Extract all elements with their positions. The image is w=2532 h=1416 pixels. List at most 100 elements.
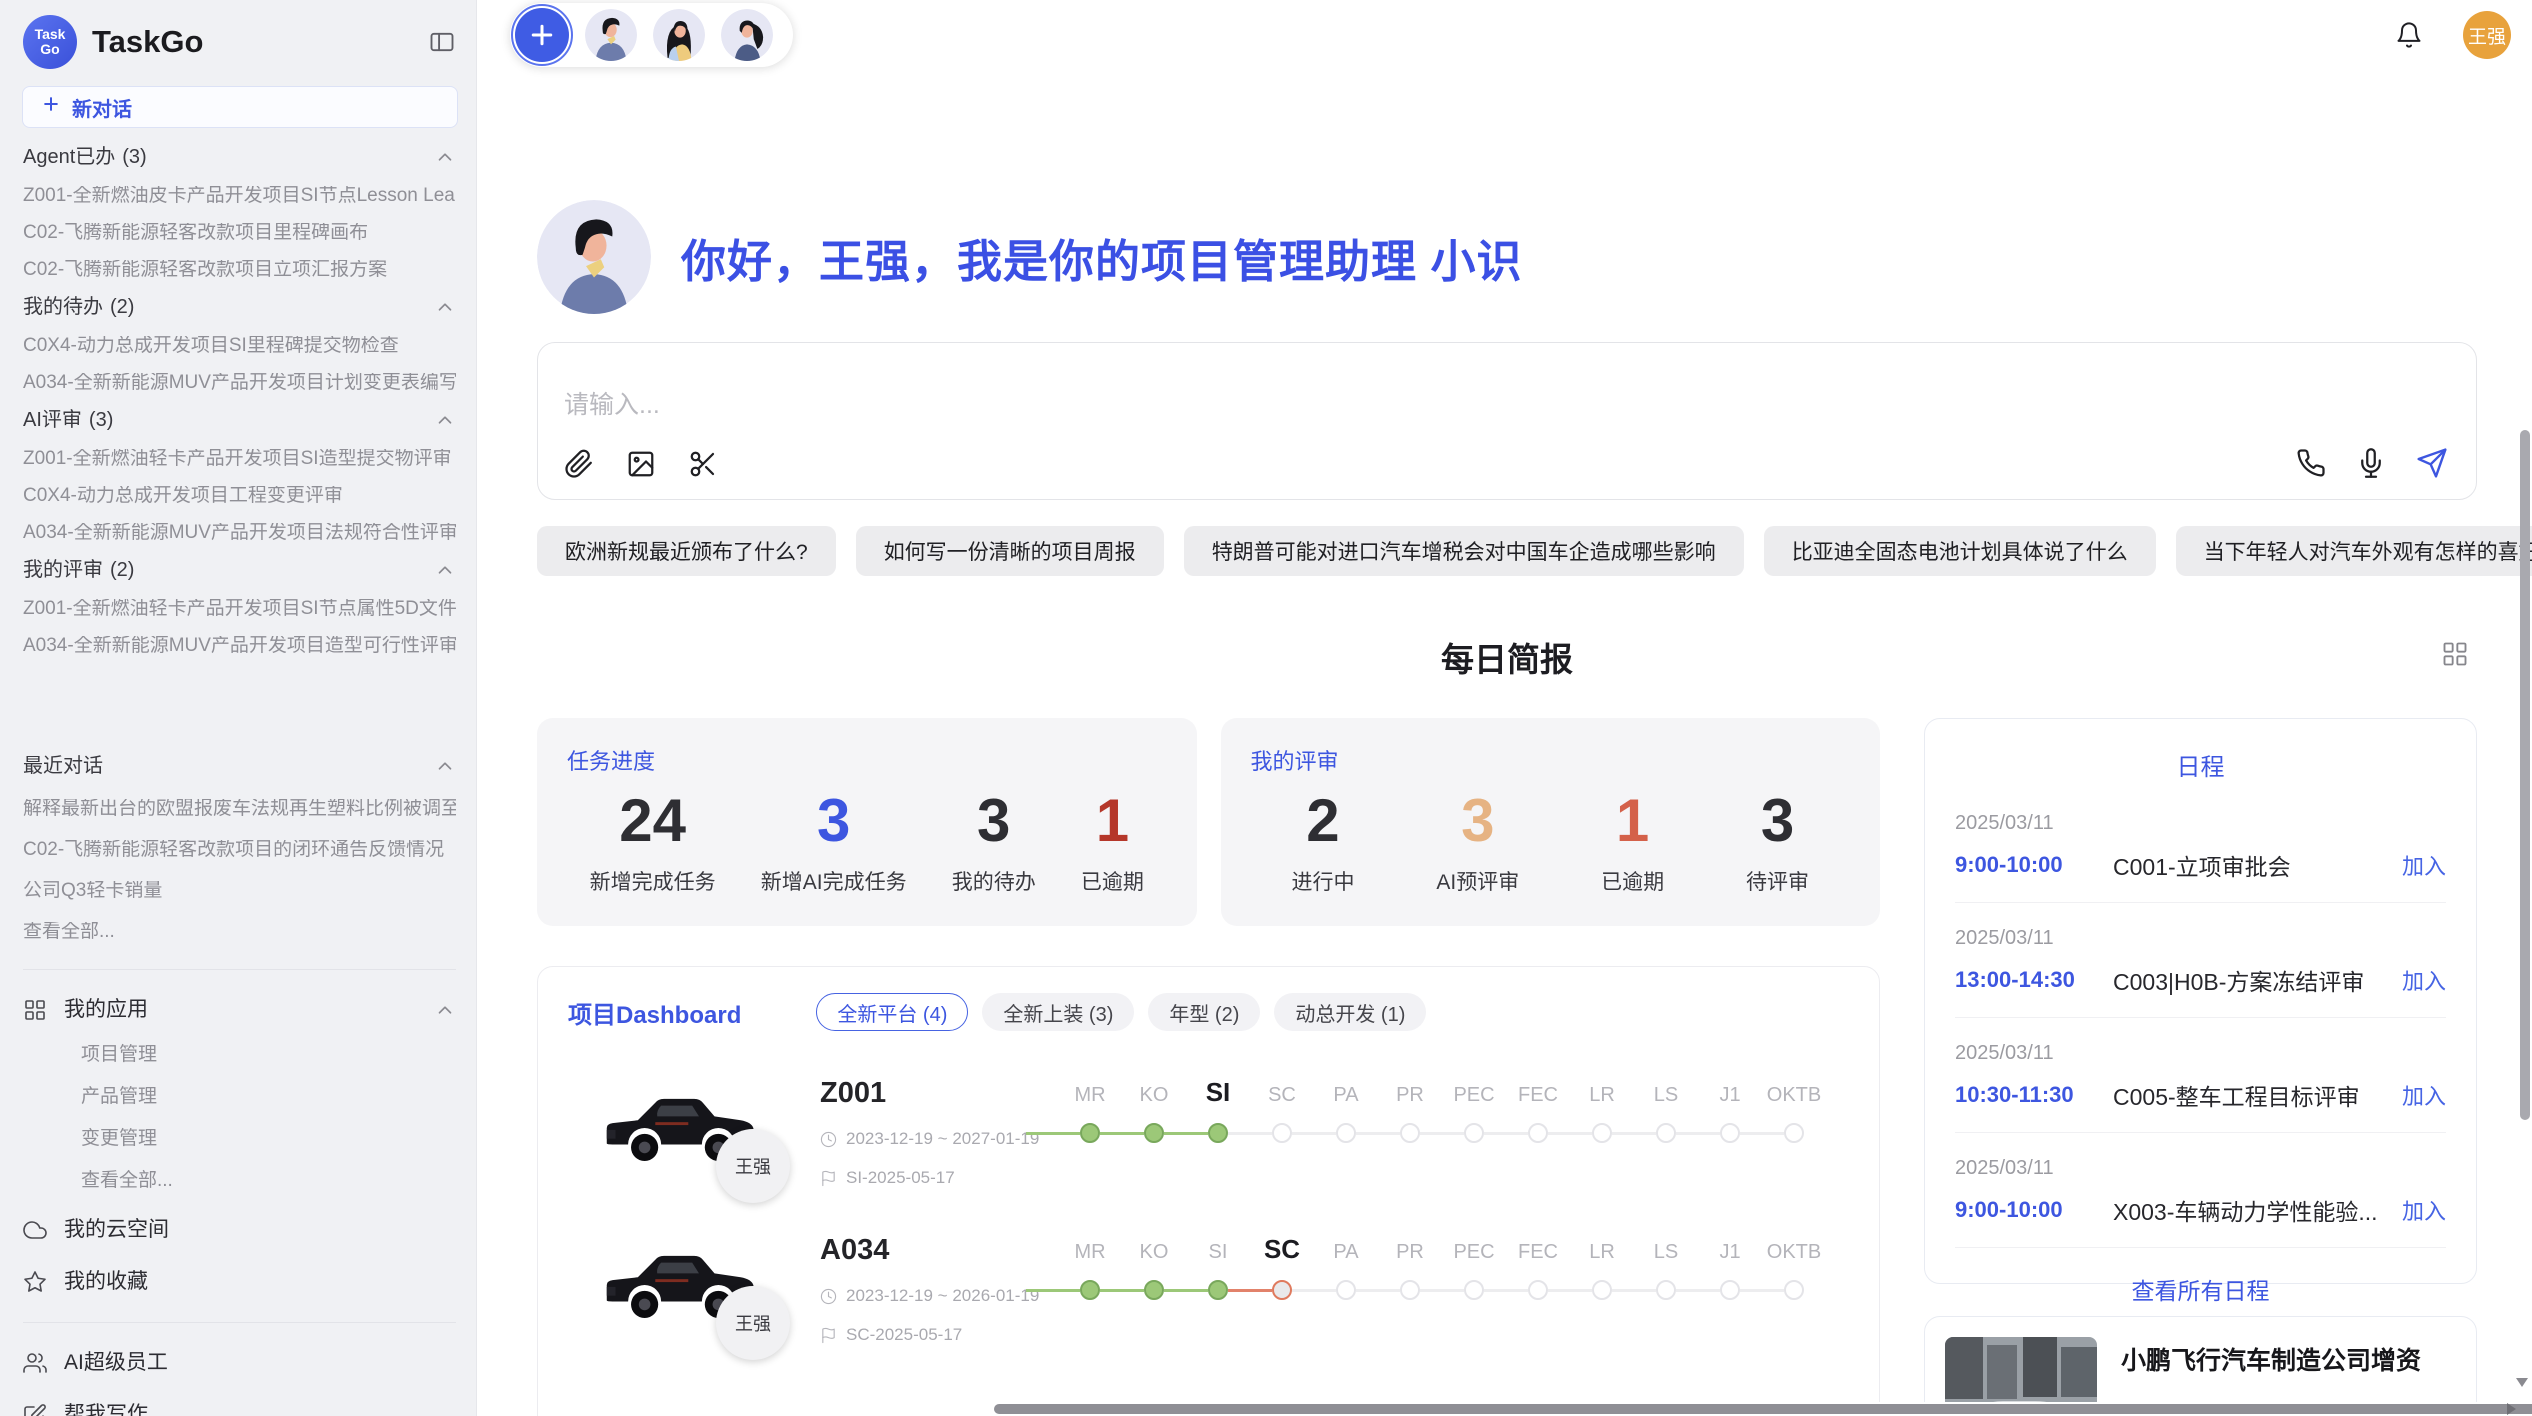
chevron-up-icon[interactable] xyxy=(434,755,456,777)
milestone-dot[interactable] xyxy=(1336,1123,1356,1143)
milestone-dot[interactable] xyxy=(1272,1123,1292,1143)
suggestion-chip[interactable]: 欧洲新规最近颁布了什么? xyxy=(537,526,836,576)
chevron-up-icon[interactable] xyxy=(434,296,456,318)
view-all-schedule-link[interactable]: 查看所有日程 xyxy=(1955,1272,2446,1306)
dashboard-tab[interactable]: 全新平台 (4) xyxy=(816,993,968,1031)
milestone-dot[interactable] xyxy=(1720,1123,1740,1143)
milestone-dot[interactable] xyxy=(1208,1123,1228,1143)
recent-conversation-item[interactable]: 解释最新出台的欧盟报废车法规再生塑料比例被调至15%... xyxy=(23,799,456,818)
milestone-dot[interactable] xyxy=(1720,1280,1740,1300)
main-content: 你好，王强，我是你的项目管理助理 小识 欧洲新规最近颁布了什么?如何写一份清晰的… xyxy=(477,200,2532,1416)
scroll-right-arrow-icon[interactable] xyxy=(2507,1403,2516,1415)
agent-avatar-3[interactable] xyxy=(721,9,773,61)
sidebar-task-item[interactable]: A034-全新新能源MUV产品开发项目法规符合性评审 xyxy=(23,523,456,542)
sidebar-tool-users[interactable]: AI超级员工 xyxy=(23,1351,456,1375)
layout-grid-icon[interactable] xyxy=(2441,640,2469,668)
suggestion-chip[interactable]: 特朗普可能对进口汽车增税会对中国车企造成哪些影响 xyxy=(1184,526,1744,576)
view-all-apps-link[interactable]: 查看全部... xyxy=(81,1171,456,1190)
suggestion-chip[interactable]: 比亚迪全固态电池计划具体说了什么 xyxy=(1764,526,2156,576)
sidebar-task-item[interactable]: Z001-全新燃油轻卡产品开发项目SI造型提交物评审 xyxy=(23,449,456,468)
screenshot-scissors-icon[interactable] xyxy=(688,449,718,479)
sidebar-app-item[interactable]: 变更管理 xyxy=(81,1129,456,1148)
suggestion-chip[interactable]: 如何写一份清晰的项目周报 xyxy=(856,526,1164,576)
vertical-scrollbar-thumb[interactable] xyxy=(2520,430,2530,1120)
horizontal-scrollbar-thumb[interactable] xyxy=(994,1404,2532,1414)
milestone-dot[interactable] xyxy=(1592,1123,1612,1143)
notification-bell-icon[interactable] xyxy=(2395,21,2423,49)
voice-call-icon[interactable] xyxy=(2296,448,2326,478)
dashboard-tab[interactable]: 动总开发 (1) xyxy=(1274,993,1426,1031)
sidebar-task-item[interactable]: A034-全新新能源MUV产品开发项目计划变更表编写 xyxy=(23,373,456,392)
dashboard-tab[interactable]: 全新上装 (3) xyxy=(982,993,1134,1031)
milestone-dot[interactable] xyxy=(1400,1123,1420,1143)
recent-conversation-item[interactable]: C02-飞腾新能源轻客改款项目的闭环通告反馈情况 xyxy=(23,840,456,859)
event-row: 9:00-10:00X003-车辆动力学性能验...加入 xyxy=(1955,1193,2446,1227)
microphone-icon[interactable] xyxy=(2356,448,2386,478)
milestone-dot[interactable] xyxy=(1400,1280,1420,1300)
sidebar-item-my-apps[interactable]: 我的应用 xyxy=(23,998,456,1022)
chevron-up-icon[interactable] xyxy=(434,559,456,581)
dashboard-tab[interactable]: 年型 (2) xyxy=(1148,993,1260,1031)
collapse-sidebar-icon[interactable] xyxy=(428,28,456,56)
sidebar-app-item[interactable]: 项目管理 xyxy=(81,1045,456,1064)
milestone-dot[interactable] xyxy=(1464,1123,1484,1143)
chevron-up-icon[interactable] xyxy=(434,146,456,168)
sidebar-app-item[interactable]: 产品管理 xyxy=(81,1087,456,1106)
join-event-link[interactable]: 加入 xyxy=(2402,1194,2446,1226)
milestone-label: KO xyxy=(1122,1084,1186,1107)
milestone-dot[interactable] xyxy=(1272,1280,1292,1300)
user-avatar[interactable]: 王强 xyxy=(2463,11,2511,59)
edit-icon xyxy=(23,1403,47,1416)
stat-card-title: 任务进度 xyxy=(567,744,1167,776)
sidebar-task-item[interactable]: Z001-全新燃油轻卡产品开发项目SI节点属性5D文件评审 xyxy=(23,599,456,618)
milestone-dot[interactable] xyxy=(1528,1280,1548,1300)
add-agent-button[interactable] xyxy=(515,8,569,62)
chevron-up-icon[interactable] xyxy=(434,409,456,431)
suggestion-chip[interactable]: 当下年轻人对汽车外观有怎样的喜好趋势 xyxy=(2176,526,2532,576)
milestone-dot[interactable] xyxy=(1080,1123,1100,1143)
join-event-link[interactable]: 加入 xyxy=(2402,964,2446,996)
sidebar-item-star[interactable]: 我的收藏 xyxy=(23,1270,456,1294)
milestone-dot[interactable] xyxy=(1656,1123,1676,1143)
join-event-link[interactable]: 加入 xyxy=(2402,849,2446,881)
sidebar-task-item[interactable]: C02-飞腾新能源轻客改款项目立项汇报方案 xyxy=(23,260,456,279)
milestone-dot[interactable] xyxy=(1784,1123,1804,1143)
new-chat-button[interactable]: 新对话 xyxy=(22,86,458,128)
attachment-icon[interactable] xyxy=(564,449,594,479)
image-upload-icon[interactable] xyxy=(626,449,656,479)
milestone-dot[interactable] xyxy=(1144,1123,1164,1143)
milestone-dot[interactable] xyxy=(1464,1280,1484,1300)
news-card[interactable]: 小鹏飞行汽车制造公司增资 天眼查 App 显示，近日广州汇天飞行汽... xyxy=(1924,1316,2477,1416)
join-event-link[interactable]: 加入 xyxy=(2402,1079,2446,1111)
agent-avatar-1[interactable] xyxy=(585,9,637,61)
sidebar-task-item[interactable]: C0X4-动力总成开发项目SI里程碑提交物检查 xyxy=(23,336,456,355)
sidebar-task-item[interactable]: A034-全新新能源MUV产品开发项目造型可行性评审 xyxy=(23,636,456,655)
sidebar-task-item[interactable]: C0X4-动力总成开发项目工程变更评审 xyxy=(23,486,456,505)
milestone-dot[interactable] xyxy=(1080,1280,1100,1300)
milestone-dot[interactable] xyxy=(1656,1280,1676,1300)
project-code[interactable]: A034 xyxy=(820,1234,1058,1267)
send-icon[interactable] xyxy=(2416,447,2448,479)
milestone-dot[interactable] xyxy=(1784,1280,1804,1300)
sidebar-item-cloud[interactable]: 我的云空间 xyxy=(23,1218,456,1242)
agent-avatar-2[interactable] xyxy=(653,9,705,61)
milestone-dot[interactable] xyxy=(1336,1280,1356,1300)
sidebar-task-item[interactable]: Z001-全新燃油皮卡产品开发项目SI节点Lesson Learn报告 xyxy=(23,186,456,205)
milestone-label: SI xyxy=(1186,1077,1250,1108)
milestone-dot[interactable] xyxy=(1528,1123,1548,1143)
sidebar-tool-edit[interactable]: 帮我写作 xyxy=(23,1403,456,1416)
milestone-dot[interactable] xyxy=(1208,1280,1228,1300)
chevron-up-icon[interactable] xyxy=(434,999,456,1021)
scroll-down-arrow-icon[interactable] xyxy=(2516,1378,2528,1387)
project-code[interactable]: Z001 xyxy=(820,1077,1058,1110)
chat-input[interactable] xyxy=(564,391,2064,420)
milestone-dot[interactable] xyxy=(1592,1280,1612,1300)
view-all-conversations-link[interactable]: 查看全部... xyxy=(23,922,456,941)
quick-actions-bar xyxy=(510,3,793,67)
horizontal-scrollbar[interactable] xyxy=(954,1402,2532,1416)
dashboard-header: 项目Dashboard 全新平台 (4)全新上装 (3)年型 (2)动总开发 (… xyxy=(568,993,1849,1031)
sidebar-task-item[interactable]: C02-飞腾新能源轻客改款项目里程碑画布 xyxy=(23,223,456,242)
stat-label: 已逾期 xyxy=(1081,866,1144,896)
recent-conversation-item[interactable]: 公司Q3轻卡销量 xyxy=(23,881,456,900)
milestone-dot[interactable] xyxy=(1144,1280,1164,1300)
